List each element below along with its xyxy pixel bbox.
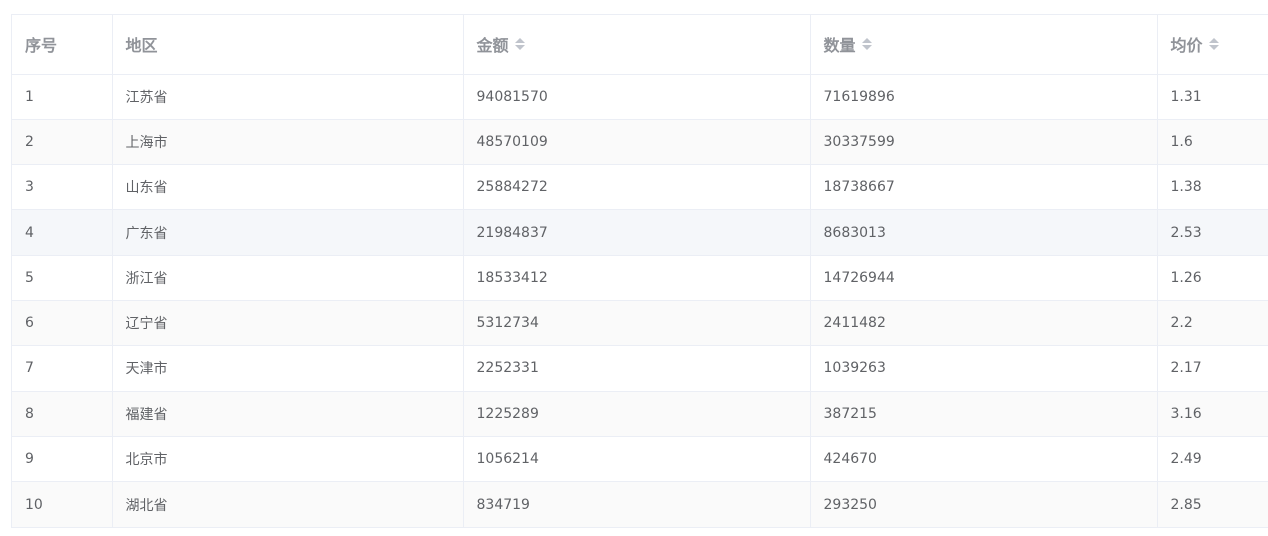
cell-quantity: 387215 bbox=[810, 391, 1158, 437]
data-table: 序号 地区 金额 数量 均价 1 江苏省 94081570 71619896 1… bbox=[11, 14, 1268, 528]
cell-region: 福建省 bbox=[112, 391, 464, 437]
cell-quantity: 1039263 bbox=[810, 345, 1158, 392]
table-row[interactable]: 9 北京市 1056214 424670 2.49 bbox=[12, 436, 1268, 483]
sort-caret-icon[interactable] bbox=[514, 38, 525, 51]
table-row[interactable]: 3 山东省 25884272 18738667 1.38 bbox=[12, 164, 1268, 211]
sort-ascending-icon[interactable] bbox=[514, 38, 525, 44]
cell-index: 7 bbox=[12, 345, 113, 392]
table-row[interactable]: 8 福建省 1225289 387215 3.16 bbox=[12, 391, 1268, 437]
cell-region: 天津市 bbox=[112, 345, 464, 392]
cell-index: 2 bbox=[12, 119, 113, 166]
cell-average-price: 3.16 bbox=[1157, 391, 1268, 437]
sort-descending-icon[interactable] bbox=[514, 45, 525, 51]
region-table: 序号 地区 金额 数量 均价 1 江苏省 94081570 71619896 1… bbox=[12, 15, 1268, 527]
cell-amount: 48570109 bbox=[463, 119, 811, 166]
cell-amount: 2252331 bbox=[463, 345, 811, 392]
table-row[interactable]: 6 辽宁省 5312734 2411482 2.2 bbox=[12, 300, 1268, 347]
cell-region: 北京市 bbox=[112, 436, 464, 483]
cell-quantity: 8683013 bbox=[810, 209, 1158, 256]
cell-amount: 25884272 bbox=[463, 164, 811, 211]
table-header: 序号 地区 金额 数量 均价 bbox=[12, 15, 1268, 75]
column-header-index: 序号 bbox=[12, 15, 113, 75]
cell-region: 广东省 bbox=[112, 209, 464, 256]
sort-caret-icon[interactable] bbox=[1208, 38, 1219, 51]
column-header-average-price[interactable]: 均价 bbox=[1157, 15, 1268, 75]
cell-index: 1 bbox=[12, 74, 113, 120]
cell-average-price: 2.53 bbox=[1157, 209, 1268, 256]
cell-region: 浙江省 bbox=[112, 255, 464, 301]
sort-descending-icon[interactable] bbox=[861, 45, 872, 51]
column-header-region: 地区 bbox=[112, 15, 464, 75]
cell-index: 3 bbox=[12, 164, 113, 211]
column-header-quantity[interactable]: 数量 bbox=[810, 15, 1158, 75]
column-header-label: 序号 bbox=[25, 36, 58, 56]
cell-average-price: 1.38 bbox=[1157, 164, 1268, 211]
sort-descending-icon[interactable] bbox=[1208, 45, 1219, 51]
cell-region: 江苏省 bbox=[112, 74, 464, 120]
cell-index: 4 bbox=[12, 209, 113, 256]
table-row[interactable]: 10 湖北省 834719 293250 2.85 bbox=[12, 481, 1268, 527]
cell-index: 9 bbox=[12, 436, 113, 483]
column-header-label[interactable]: 金额 bbox=[477, 32, 509, 56]
sort-ascending-icon[interactable] bbox=[1208, 38, 1219, 44]
header-row: 序号 地区 金额 数量 均价 bbox=[12, 15, 1268, 75]
cell-index: 6 bbox=[12, 300, 113, 347]
cell-quantity: 14726944 bbox=[810, 255, 1158, 301]
cell-index: 10 bbox=[12, 481, 113, 527]
cell-quantity: 30337599 bbox=[810, 119, 1158, 166]
table-row[interactable]: 1 江苏省 94081570 71619896 1.31 bbox=[12, 74, 1268, 120]
cell-region: 山东省 bbox=[112, 164, 464, 211]
cell-amount: 834719 bbox=[463, 481, 811, 527]
column-header-label[interactable]: 均价 bbox=[1171, 32, 1203, 56]
cell-average-price: 2.85 bbox=[1157, 481, 1268, 527]
table-row[interactable]: 5 浙江省 18533412 14726944 1.26 bbox=[12, 255, 1268, 301]
column-header-label[interactable]: 数量 bbox=[824, 32, 856, 56]
cell-quantity: 71619896 bbox=[810, 74, 1158, 120]
column-header-label: 地区 bbox=[125, 36, 158, 56]
sort-ascending-icon[interactable] bbox=[861, 38, 872, 44]
cell-amount: 21984837 bbox=[463, 209, 811, 256]
table-row[interactable]: 2 上海市 48570109 30337599 1.6 bbox=[12, 119, 1268, 166]
cell-quantity: 18738667 bbox=[810, 164, 1158, 211]
cell-amount: 94081570 bbox=[463, 74, 811, 120]
cell-quantity: 293250 bbox=[810, 481, 1158, 527]
cell-amount: 5312734 bbox=[463, 300, 811, 347]
cell-average-price: 2.49 bbox=[1157, 436, 1268, 483]
cell-average-price: 2.17 bbox=[1157, 345, 1268, 392]
cell-region: 辽宁省 bbox=[112, 300, 464, 347]
table-body: 1 江苏省 94081570 71619896 1.31 2 上海市 48570… bbox=[12, 74, 1268, 527]
cell-region: 湖北省 bbox=[112, 481, 464, 527]
sort-caret-icon[interactable] bbox=[861, 38, 872, 51]
cell-index: 8 bbox=[12, 391, 113, 437]
cell-region: 上海市 bbox=[112, 119, 464, 166]
cell-average-price: 1.6 bbox=[1157, 119, 1268, 166]
table-row[interactable]: 7 天津市 2252331 1039263 2.17 bbox=[12, 345, 1268, 392]
cell-average-price: 1.31 bbox=[1157, 74, 1268, 120]
cell-average-price: 2.2 bbox=[1157, 300, 1268, 347]
column-header-amount[interactable]: 金额 bbox=[463, 15, 811, 75]
cell-amount: 18533412 bbox=[463, 255, 811, 301]
cell-quantity: 2411482 bbox=[810, 300, 1158, 347]
cell-index: 5 bbox=[12, 255, 113, 301]
cell-amount: 1225289 bbox=[463, 391, 811, 437]
cell-amount: 1056214 bbox=[463, 436, 811, 483]
cell-quantity: 424670 bbox=[810, 436, 1158, 483]
table-row[interactable]: 4 广东省 21984837 8683013 2.53 bbox=[12, 209, 1268, 256]
cell-average-price: 1.26 bbox=[1157, 255, 1268, 301]
